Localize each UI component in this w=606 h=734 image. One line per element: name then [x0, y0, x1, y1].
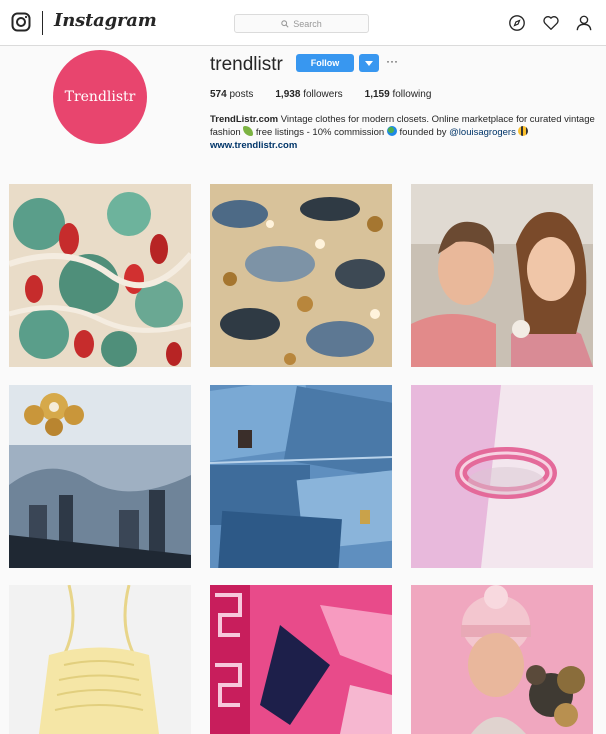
woman-pink-beanie-photo: [411, 585, 593, 734]
search-input[interactable]: Search: [234, 14, 369, 33]
posts-count: 574 posts: [210, 89, 254, 100]
profile-avatar: Trendlistr: [53, 50, 147, 144]
animal-print-fabric-photo: [210, 184, 392, 367]
instagram-wordmark[interactable]: Instagram: [54, 10, 157, 31]
more-options-button[interactable]: ···: [386, 55, 398, 67]
yellow-halter-top-photo: [9, 585, 191, 734]
floral-fabric-photo: [9, 184, 191, 367]
explore-compass-icon[interactable]: [508, 14, 526, 32]
bio-text-2: free listings - 10% commission: [253, 127, 387, 138]
bio-mention-link[interactable]: @louisagrogers: [449, 127, 516, 138]
post-tile[interactable]: [411, 585, 593, 734]
post-tile[interactable]: [9, 585, 191, 734]
profile-stats: 574 posts 1,938 followers 1,159 followin…: [210, 89, 453, 100]
follow-button[interactable]: Follow: [296, 54, 354, 72]
leaf-emoji-icon: [243, 126, 254, 136]
profile-username: trendlistr: [210, 54, 283, 75]
post-tile[interactable]: [210, 385, 392, 568]
instagram-camera-icon[interactable]: [11, 12, 31, 32]
post-tile[interactable]: [9, 385, 191, 568]
brooch-winter-city-photo: [9, 385, 191, 568]
post-tile[interactable]: [210, 585, 392, 734]
post-tile[interactable]: [210, 184, 392, 367]
globe-emoji-icon: [386, 126, 397, 136]
followers-count[interactable]: 1,938 followers: [275, 89, 342, 100]
bee-emoji-icon: [518, 126, 529, 136]
logo-divider: [42, 11, 43, 35]
post-tile[interactable]: [411, 385, 593, 568]
pink-bangle-photo: [411, 385, 593, 568]
pink-scarf-photo: [210, 585, 392, 734]
search-icon: [281, 19, 289, 28]
search-placeholder: Search: [293, 18, 322, 29]
following-count[interactable]: 1,159 following: [365, 89, 432, 100]
activity-heart-icon[interactable]: [542, 14, 560, 32]
top-navigation-bar: Instagram Search: [0, 0, 606, 46]
post-tile[interactable]: [9, 184, 191, 367]
couple-selfie-photo: [411, 184, 593, 367]
bio-name: TrendListr.com: [210, 114, 279, 125]
profile-bio: TrendListr.com Vintage clothes for moder…: [210, 113, 602, 152]
suggestions-dropdown-button[interactable]: [359, 54, 379, 72]
bio-text-3: founded by: [396, 127, 450, 138]
chevron-down-icon: [365, 60, 373, 66]
profile-user-icon[interactable]: [575, 14, 593, 32]
denim-shorts-photo: [210, 385, 392, 568]
post-tile[interactable]: [411, 184, 593, 367]
avatar-text: Trendlistr: [64, 89, 136, 105]
website-link[interactable]: www.trendlistr.com: [210, 139, 602, 152]
